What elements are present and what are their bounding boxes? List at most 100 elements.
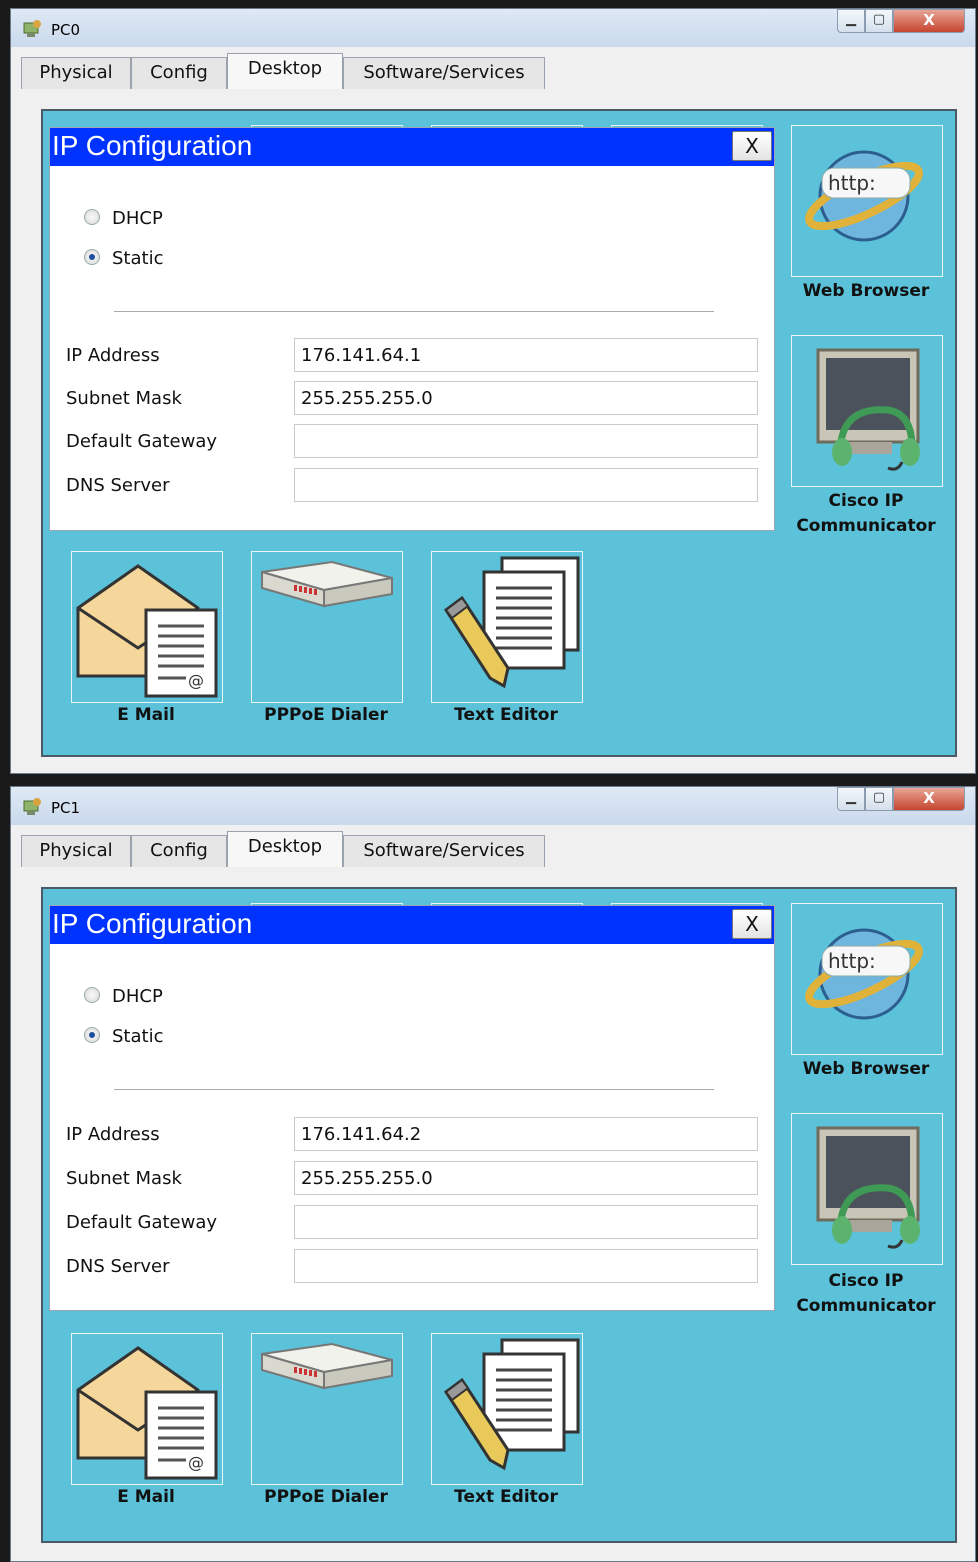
dialog-close-button[interactable]: X xyxy=(732,131,772,161)
subnet-mask-input[interactable] xyxy=(294,1161,758,1195)
maximize-icon: ▢ xyxy=(872,12,886,27)
desktop-area: http: Web Browser Cisco IP Communicator xyxy=(41,887,957,1543)
cisco-ip-communicator-tile[interactable] xyxy=(791,1113,943,1265)
dialer-modem-icon xyxy=(261,1342,393,1390)
window-title: PC1 xyxy=(51,799,81,817)
web-browser-label: Web Browser xyxy=(802,281,930,301)
web-browser-label: Web Browser xyxy=(802,1059,930,1079)
title-bar[interactable]: PC1 ▁ ▢ X xyxy=(11,787,975,825)
envelope-document-icon: @ xyxy=(76,1346,218,1480)
email-tile[interactable]: @ xyxy=(71,1333,223,1485)
tab-physical[interactable]: Physical xyxy=(21,835,131,867)
pppoe-dialer-label: PPPoE Dialer xyxy=(264,705,388,725)
globe-http-icon: http: xyxy=(805,928,923,1020)
text-editor-label: Text Editor xyxy=(454,1487,558,1507)
ip-configuration-dialog: IP Configuration X DHCP Static IP Addres… xyxy=(49,127,775,531)
divider xyxy=(114,1089,714,1090)
monitor-headset-icon xyxy=(816,348,920,471)
dns-server-label: DNS Server xyxy=(66,475,170,496)
dhcp-radio[interactable] xyxy=(84,209,100,225)
minimize-button[interactable]: ▁ xyxy=(837,787,865,811)
dns-server-label: DNS Server xyxy=(66,1256,170,1277)
web-browser-tile[interactable]: http: xyxy=(791,125,943,277)
maximize-button[interactable]: ▢ xyxy=(865,9,893,33)
tab-physical[interactable]: Physical xyxy=(21,57,131,89)
close-window-button[interactable]: X xyxy=(893,787,965,811)
static-radio[interactable] xyxy=(84,249,100,265)
ip-address-input[interactable] xyxy=(294,338,758,372)
dhcp-radio-row[interactable]: DHCP xyxy=(84,986,163,1007)
close-icon: X xyxy=(923,11,935,29)
communicator-label: Communicator xyxy=(796,516,936,536)
title-bar[interactable]: PC0 ▁ ▢ X xyxy=(11,9,975,47)
pppoe-dialer-tile[interactable] xyxy=(251,1333,403,1485)
maximize-button[interactable]: ▢ xyxy=(865,787,893,811)
dns-server-input[interactable] xyxy=(294,468,758,502)
dialog-close-button[interactable]: X xyxy=(732,909,772,939)
tab-desktop[interactable]: Desktop xyxy=(227,53,343,89)
text-editor-tile[interactable] xyxy=(431,1333,583,1485)
dns-server-input[interactable] xyxy=(294,1249,758,1283)
dialog-title: IP Configuration xyxy=(52,130,253,161)
static-label: Static xyxy=(112,1026,164,1047)
dhcp-label: DHCP xyxy=(112,208,163,229)
packet-tracer-pc-icon xyxy=(23,20,41,37)
pencil-documents-icon xyxy=(443,1338,580,1471)
email-label: E Mail xyxy=(117,1487,175,1507)
globe-http-icon: http: xyxy=(805,150,923,242)
pppoe-dialer-tile[interactable] xyxy=(251,551,403,703)
static-radio[interactable] xyxy=(84,1027,100,1043)
default-gateway-input[interactable] xyxy=(294,424,758,458)
minimize-button[interactable]: ▁ xyxy=(837,9,865,33)
email-label: E Mail xyxy=(117,705,175,725)
ip-address-input[interactable] xyxy=(294,1117,758,1151)
cisco-ip-label: Cisco IP xyxy=(828,491,904,511)
tab-software-services[interactable]: Software/Services xyxy=(343,57,545,89)
pppoe-dialer-label: PPPoE Dialer xyxy=(264,1487,388,1507)
subnet-mask-label: Subnet Mask xyxy=(66,1168,182,1189)
svg-text:@: @ xyxy=(188,1453,204,1472)
dialog-title-bar[interactable]: IP Configuration X xyxy=(50,906,774,944)
monitor-headset-icon xyxy=(816,1126,920,1249)
dialog-title: IP Configuration xyxy=(52,908,253,939)
close-window-button[interactable]: X xyxy=(893,9,965,33)
envelope-document-icon: @ xyxy=(76,564,218,698)
static-label: Static xyxy=(112,248,164,269)
default-gateway-input[interactable] xyxy=(294,1205,758,1239)
email-tile[interactable]: @ xyxy=(71,551,223,703)
ip-configuration-dialog: IP Configuration X DHCP Static IP Addres… xyxy=(49,905,775,1311)
tab-desktop[interactable]: Desktop xyxy=(227,831,343,867)
packet-tracer-pc-icon xyxy=(23,798,41,815)
dhcp-radio[interactable] xyxy=(84,987,100,1003)
cisco-ip-communicator-tile[interactable] xyxy=(791,335,943,487)
pc1-window: PC1 ▁ ▢ X Physical Config Desktop Softwa… xyxy=(10,786,976,1562)
communicator-label: Communicator xyxy=(796,1296,936,1316)
pc0-window: PC0 ▁ ▢ X Physical Config Desktop Softwa… xyxy=(10,8,976,774)
tab-config[interactable]: Config xyxy=(131,57,227,89)
subnet-mask-label: Subnet Mask xyxy=(66,388,182,409)
svg-text:@: @ xyxy=(188,671,204,690)
desktop-area: http: Web Browser Cisco IP Communicator xyxy=(41,109,957,757)
text-editor-tile[interactable] xyxy=(431,551,583,703)
maximize-icon: ▢ xyxy=(872,790,886,805)
dialog-title-bar[interactable]: IP Configuration X xyxy=(50,128,774,166)
dialer-modem-icon xyxy=(261,560,393,608)
static-radio-row[interactable]: Static xyxy=(84,248,163,269)
close-icon: X xyxy=(923,789,935,807)
dhcp-radio-row[interactable]: DHCP xyxy=(84,208,163,229)
divider xyxy=(114,311,714,312)
web-browser-tile[interactable]: http: xyxy=(791,903,943,1055)
tab-config[interactable]: Config xyxy=(131,835,227,867)
window-title: PC0 xyxy=(51,21,81,39)
ip-address-label: IP Address xyxy=(66,1124,160,1145)
pencil-documents-icon xyxy=(443,556,580,689)
subnet-mask-input[interactable] xyxy=(294,381,758,415)
minimize-icon: ▁ xyxy=(846,12,856,27)
minimize-icon: ▁ xyxy=(846,790,856,805)
cisco-ip-label: Cisco IP xyxy=(828,1271,904,1291)
static-radio-row[interactable]: Static xyxy=(84,1026,163,1047)
default-gateway-label: Default Gateway xyxy=(66,1212,218,1233)
http-text: http: xyxy=(828,171,876,195)
tab-software-services[interactable]: Software/Services xyxy=(343,835,545,867)
ip-address-label: IP Address xyxy=(66,345,160,366)
